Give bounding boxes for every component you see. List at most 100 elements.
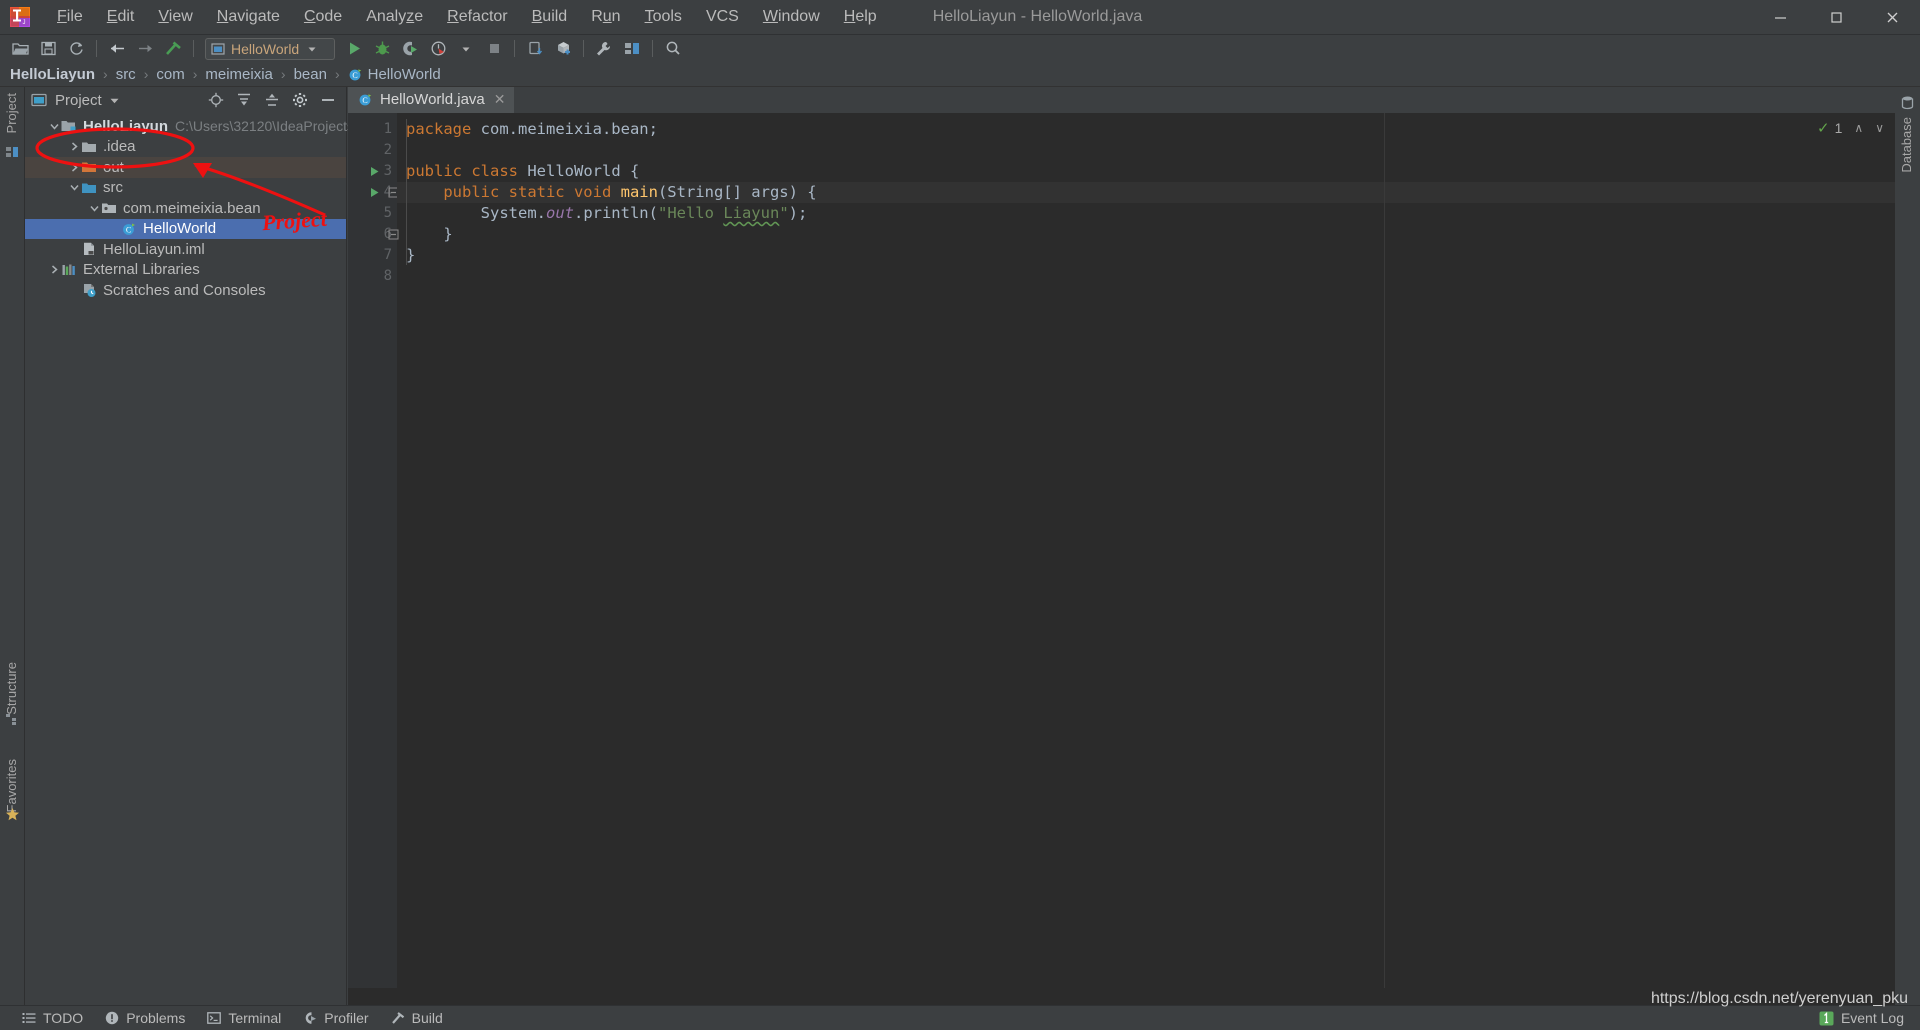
code-text-area[interactable]: package com.meimeixia.bean; public class… <box>397 113 1920 988</box>
star-icon[interactable] <box>5 807 20 822</box>
chevron-down-icon[interactable] <box>87 201 101 215</box>
debug-icon[interactable] <box>369 37 395 61</box>
java-class-icon: C <box>358 92 373 107</box>
search-everywhere-icon[interactable] <box>660 37 686 61</box>
status-todo[interactable]: TODO <box>22 1010 83 1026</box>
chevron-down-icon[interactable] <box>47 119 61 133</box>
tree-item-scratches[interactable]: Scratches and Consoles <box>25 280 346 301</box>
run-gutter-icon[interactable] <box>368 161 380 182</box>
tree-item-src[interactable]: src <box>25 178 346 199</box>
hide-panel-icon[interactable] <box>317 89 339 111</box>
line-number: 5 <box>383 205 392 221</box>
profile-icon[interactable] <box>425 37 451 61</box>
menu-vcs[interactable]: VCS <box>694 0 751 34</box>
menu-view[interactable]: View <box>146 0 204 34</box>
run-configuration-label: HelloWorld <box>231 40 300 57</box>
menu-edit[interactable]: Edit <box>95 0 147 34</box>
run-with-coverage-icon[interactable] <box>397 37 423 61</box>
expand-all-icon[interactable] <box>233 89 255 111</box>
stripe-button-structure[interactable]: Structure <box>4 662 19 715</box>
status-event-log[interactable]: Event Log <box>1819 1010 1920 1026</box>
menu-window[interactable]: Window <box>751 0 832 34</box>
menu-file[interactable]: File <box>45 0 95 34</box>
next-problem-icon[interactable]: ∨ <box>1875 121 1884 135</box>
status-build[interactable]: Build <box>391 1010 443 1026</box>
breadcrumb-item-src[interactable]: src <box>116 66 136 83</box>
stripe-button-favorites[interactable]: Favorites <box>4 759 19 812</box>
window-controls[interactable] <box>1752 0 1920 35</box>
breadcrumb-item-bean[interactable]: bean <box>294 66 327 83</box>
tree-item-external-libraries[interactable]: External Libraries <box>25 260 346 281</box>
menu-navigate[interactable]: Navigate <box>205 0 292 34</box>
chevron-right-icon[interactable] <box>47 263 61 277</box>
locate-icon[interactable] <box>205 89 227 111</box>
menu-tools[interactable]: Tools <box>633 0 694 34</box>
tree-item-idea[interactable]: .idea <box>25 137 346 158</box>
stripe-button-project[interactable]: Project <box>4 93 19 133</box>
project-structure-small-icon[interactable] <box>5 145 20 160</box>
editor-area: C HelloWorld.java ✕ 1 2 3 4 5 6 7 8 pack… <box>348 87 1920 1005</box>
chevron-down-icon[interactable] <box>67 181 81 195</box>
inspection-widget[interactable]: ✓ 1 ∧ ∨ <box>1817 119 1884 137</box>
forward-arrow-icon[interactable] <box>132 37 158 61</box>
chevron-right-icon[interactable] <box>67 140 81 154</box>
svg-text:C: C <box>126 225 131 234</box>
project-structure-icon[interactable] <box>619 37 645 61</box>
commit-icon[interactable] <box>550 37 576 61</box>
structure-small-icon[interactable] <box>5 712 20 727</box>
menu-help[interactable]: Help <box>832 0 889 34</box>
chevron-down-icon[interactable] <box>109 95 120 106</box>
run-gutter-icon[interactable] <box>368 182 380 203</box>
breadcrumb-item-meimeixia[interactable]: meimeixia <box>205 66 273 83</box>
breadcrumb-item-project[interactable]: HelloLiayun <box>10 66 95 83</box>
code-editor[interactable]: 1 2 3 4 5 6 7 8 package com.meimeixia.be… <box>348 113 1920 988</box>
close-icon[interactable]: ✕ <box>494 92 506 106</box>
menu-bar[interactable]: File Edit View Navigate Code Analyze Ref… <box>45 0 889 34</box>
breadcrumb-item-com[interactable]: com <box>156 66 184 83</box>
profile-dropdown-icon[interactable] <box>453 37 479 61</box>
wrench-settings-icon[interactable] <box>591 37 617 61</box>
stop-icon[interactable] <box>481 37 507 61</box>
menu-analyze[interactable]: Analyze <box>354 0 435 34</box>
folder-orange-icon <box>81 159 98 175</box>
refresh-icon[interactable] <box>63 37 89 61</box>
tree-item-helloliayun[interactable]: HelloLiayun C:\Users\32120\IdeaProjects\… <box>25 116 390 137</box>
stripe-button-database[interactable]: Database <box>1899 117 1914 173</box>
breadcrumb-separator: › <box>334 66 340 82</box>
hammer-icon[interactable] <box>160 37 186 61</box>
editor-hscrollbar[interactable] <box>348 988 1920 1005</box>
open-folder-icon[interactable] <box>7 37 33 61</box>
editor-tab-helloworld[interactable]: C HelloWorld.java ✕ <box>348 87 514 113</box>
editor-gutter[interactable]: 1 2 3 4 5 6 7 8 <box>348 113 398 988</box>
prev-problem-icon[interactable]: ∧ <box>1854 121 1863 135</box>
update-project-icon[interactable] <box>522 37 548 61</box>
menu-run[interactable]: Run <box>579 0 632 34</box>
database-icon[interactable] <box>1900 95 1915 110</box>
line-number: 8 <box>383 268 392 284</box>
gear-icon[interactable] <box>289 89 311 111</box>
breadcrumb-item-class[interactable]: HelloWorld <box>368 66 441 83</box>
tree-item-helloworld-class[interactable]: C HelloWorld <box>25 218 346 239</box>
tree-item-out[interactable]: out <box>25 157 346 178</box>
tree-label: com.meimeixia.bean <box>123 199 261 217</box>
inspection-count: 1 <box>1834 120 1843 136</box>
status-terminal[interactable]: Terminal <box>207 1010 281 1026</box>
close-button[interactable] <box>1864 0 1920 35</box>
save-icon[interactable] <box>35 37 61 61</box>
run-configuration-selector[interactable]: HelloWorld <box>205 37 335 60</box>
minimize-button[interactable] <box>1752 0 1808 35</box>
chevron-right-icon[interactable] <box>67 160 81 174</box>
menu-build[interactable]: Build <box>520 0 580 34</box>
menu-code[interactable]: Code <box>292 0 354 34</box>
back-arrow-icon[interactable] <box>104 37 130 61</box>
status-problems[interactable]: Problems <box>105 1010 185 1026</box>
code-line-7: } <box>406 246 416 264</box>
status-profiler[interactable]: Profiler <box>303 1010 369 1026</box>
inspection-nav[interactable]: ∧ ∨ <box>1854 121 1884 135</box>
tree-item-iml[interactable]: HelloLiayun.iml <box>25 239 346 260</box>
menu-refactor[interactable]: Refactor <box>435 0 519 34</box>
run-icon[interactable] <box>341 37 367 61</box>
collapse-all-icon[interactable] <box>261 89 283 111</box>
tree-item-package[interactable]: com.meimeixia.bean <box>25 198 346 219</box>
maximize-button[interactable] <box>1808 0 1864 35</box>
